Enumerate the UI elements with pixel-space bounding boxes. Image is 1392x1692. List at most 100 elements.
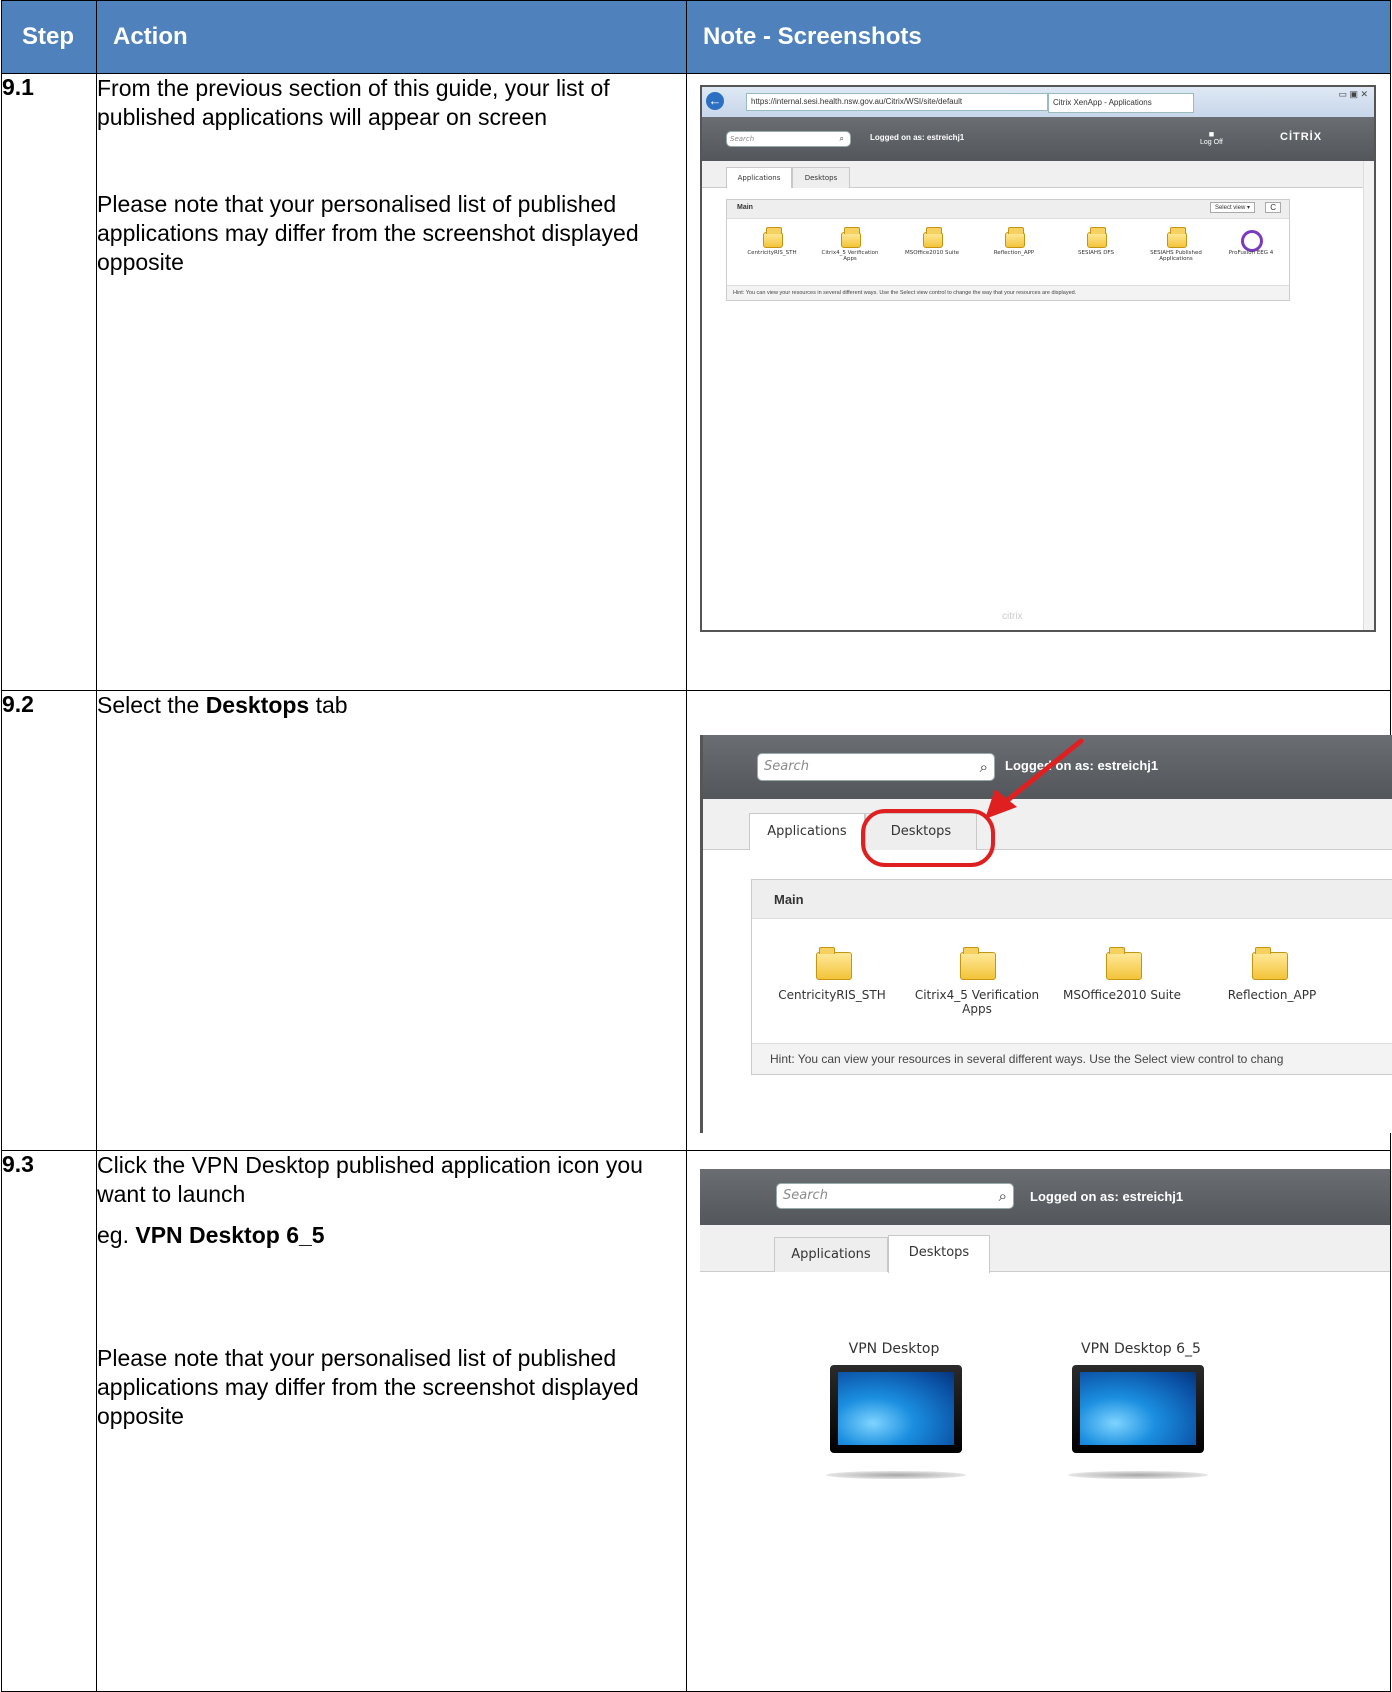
search-icon[interactable]: ⌕ [840,132,844,146]
search-input[interactable]: Search ⌕ [776,1183,1014,1209]
vpn-desktop-icon[interactable] [830,1365,962,1453]
app-label[interactable]: MSOffice2010 Suite [1052,988,1192,1002]
example-app-name: VPN Desktop 6_5 [135,1222,325,1248]
step-row-9-1: 9.1 From the previous section of this gu… [1,73,1391,691]
desktop-label[interactable]: VPN Desktop [824,1341,964,1357]
example-prefix: eg. [97,1222,136,1248]
app-label[interactable]: Reflection_APP [1212,988,1332,1002]
folder-icon[interactable] [923,227,943,248]
action-text-pre: Select the [97,692,206,718]
tab-applications[interactable]: Applications [726,167,792,188]
app-label[interactable]: Citrix4_5 Verification Apps [815,250,885,262]
main-panel-header: Main [752,880,1392,919]
action-note: Please note that your personalised list … [97,191,639,275]
desktops-keyword: Desktops [205,692,310,718]
step-header: Step [1,0,97,74]
tab-strip: Applications Desktops [702,161,1374,188]
folder-icon[interactable] [763,227,783,248]
folder-icon[interactable] [1005,227,1025,248]
action-example: eg. VPN Desktop 6_5 [97,1221,686,1250]
app-label[interactable]: Citrix4_5 Verification Apps [912,988,1042,1016]
app-label[interactable]: ProFusion EEG 4 [1221,250,1281,256]
action-cell: Select the Desktops tab [96,690,687,1151]
citrix-logo: CİTRİX [1280,131,1323,143]
hint-text: Hint: You can view your resources in sev… [752,1043,1392,1074]
step-row-9-2: 9.2 Select the Desktops tab Search ⌕ Log… [1,690,1392,1151]
footer-logo: citrix [1002,611,1023,622]
window-controls-icon[interactable]: ▭ ▣ ✕ [1338,89,1368,100]
lock-icon: ■ [1208,129,1215,139]
action-cell: Click the VPN Desktop published applicat… [96,1150,687,1692]
back-button-icon[interactable]: ← [706,92,724,110]
citrix-header: Search ⌕ Logged on as: estreichj1 ■ Log … [702,117,1374,161]
log-off-button[interactable]: ■ Log Off [1200,129,1223,146]
logged-on-label: Logged on as: estreichj1 [1030,1189,1184,1204]
instructions-table: Step Action Note - Screenshots 9.1 From … [1,0,1392,1692]
search-input[interactable]: Search ⌕ [726,131,851,147]
folder-icon[interactable] [1252,947,1288,980]
app-label[interactable]: SESIAHS Published Applications [1141,250,1211,262]
action-text: From the previous section of this guide,… [97,75,610,130]
desktops-tab-highlight [861,809,995,867]
folder-icon[interactable] [816,947,852,980]
app-label[interactable]: SESIAHS DFS [1061,250,1131,256]
screenshot-cell: Search ⌕ Logged on as: estreichj1 Applic… [686,690,1392,1151]
action-text: Select the Desktops tab [97,691,686,720]
folder-icon[interactable] [841,227,861,248]
citrix-vpn-desktops-screenshot: Search ⌕ Logged on as: estreichj1 Applic… [700,1169,1390,1669]
folder-icon[interactable] [960,947,996,980]
select-view-label: Select view [1214,205,1246,211]
tab-applications[interactable]: Applications [749,813,865,850]
tab-desktops[interactable]: Desktops [792,167,850,188]
desktop-label[interactable]: VPN Desktop 6_5 [1066,1341,1216,1357]
header-row: Step Action Note - Screenshots [1,0,1391,74]
log-off-label: Log Off [1200,139,1223,146]
app-label[interactable]: Reflection_APP [979,250,1049,256]
screenshot-cell: ← https://internal.sesi.health.nsw.gov.a… [686,73,1391,691]
search-placeholder: Search [783,1188,828,1203]
tab-applications[interactable]: Applications [774,1237,888,1272]
action-note: Please note that your personalised list … [97,1345,639,1429]
search-input[interactable]: Search ⌕ [757,753,995,781]
select-view-dropdown[interactable]: Select view ▾ [1209,202,1255,213]
tab-strip: Applications Desktops [700,1225,1390,1273]
hint-text: Hint: You can view your resources in sev… [727,285,1289,300]
step-number: 9.1 [1,73,97,691]
folder-icon[interactable] [1087,227,1107,248]
action-text-post: tab [309,692,348,718]
step-number: 9.3 [1,1150,97,1692]
monitor-screen [1080,1372,1196,1445]
monitor-shadow [1068,1471,1208,1479]
main-panel: Main CentricityRIS_STH Citrix4_5 Verific… [751,879,1392,1075]
section-title: Main [774,892,804,907]
main-panel-header: Main Select view ▾ C [727,200,1289,219]
screenshot-cell: Search ⌕ Logged on as: estreichj1 Applic… [686,1150,1391,1692]
folder-icon[interactable] [1167,227,1187,248]
refresh-icon[interactable]: C [1265,202,1281,213]
step-number: 9.2 [1,690,97,1151]
search-placeholder: Search [730,135,755,143]
scrollbar[interactable] [1363,161,1374,630]
browser-chrome: ← https://internal.sesi.health.nsw.gov.a… [702,87,1374,117]
notes-header: Note - Screenshots [686,0,1391,74]
app-label[interactable]: CentricityRIS_STH [737,250,807,256]
citrix-desktops-tab-screenshot: Search ⌕ Logged on as: estreichj1 Applic… [700,735,1392,1133]
red-arrow-icon [985,738,1084,819]
monitor-shadow [826,1471,966,1479]
vpn-desktop-6-5-icon[interactable] [1072,1365,1204,1453]
tab-desktops[interactable]: Desktops [888,1235,990,1273]
step-row-9-3: 9.3 Click the VPN Desktop published appl… [1,1150,1391,1692]
citrix-browser-screenshot: ← https://internal.sesi.health.nsw.gov.a… [700,85,1376,632]
address-bar[interactable]: https://internal.sesi.health.nsw.gov.au/… [746,93,1048,111]
action-header: Action [96,0,687,74]
citrix-header: Search ⌕ Logged on as: estreichj1 [700,1169,1390,1225]
section-title: Main [737,204,753,211]
search-icon[interactable]: ⌕ [999,1184,1007,1208]
folder-icon[interactable] [1106,947,1142,980]
app-label[interactable]: MSOffice2010 Suite [897,250,967,256]
action-cell: From the previous section of this guide,… [96,73,687,691]
browser-tab[interactable]: Citrix XenApp - Applications [1048,93,1194,113]
monitor-screen [838,1372,954,1445]
app-label[interactable]: CentricityRIS_STH [762,988,902,1002]
profusion-app-icon[interactable] [1241,230,1263,252]
